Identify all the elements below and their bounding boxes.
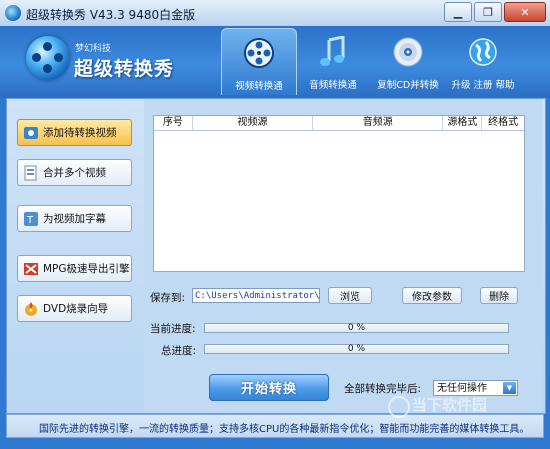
brand-sub: 梦幻科技 (75, 44, 112, 54)
column-header-video-source[interactable]: 视频源 (193, 116, 314, 130)
delete-button[interactable]: 删除 (480, 287, 518, 304)
close-button[interactable]: ✕ (504, 2, 546, 22)
tab-copy-cd[interactable]: 复制CD并转换 (371, 28, 445, 94)
tab-video-convert[interactable]: 视频转换通 (221, 28, 297, 95)
total-progress-label: 总进度: (161, 345, 197, 357)
brand-logo-icon (26, 36, 70, 80)
svg-text:T: T (26, 215, 34, 226)
tab-label: 视频转换通 (235, 81, 283, 92)
title-bar: 超级转换秀 V43.3 9480白金版 ▁ ❐ ✕ (0, 0, 550, 27)
current-progress-label: 当前进度: (150, 323, 196, 335)
sidebar-item-add-video[interactable]: 添加待转换视频 (17, 119, 132, 146)
app-window: 超级转换秀 V43.3 9480白金版 ▁ ❐ ✕ 梦幻科技 超级转换秀 视频转… (0, 0, 550, 449)
after-complete-value: 无任何操作 (437, 383, 487, 394)
app-logo-icon (5, 5, 21, 21)
header: 梦幻科技 超级转换秀 视频转换通 音频转换通 复制CD并转换 升级 注册 帮助 (0, 26, 550, 98)
sidebar-item-merge-video[interactable]: 合并多个视频 (17, 159, 132, 186)
save-path-input[interactable]: C:\Users\Administrator\Desktop (192, 288, 320, 303)
sidebar-item-label: 为视频加字幕 (43, 213, 106, 225)
sidebar-item-subtitle[interactable]: T 为视频加字幕 (17, 205, 132, 232)
add-video-icon (24, 126, 38, 139)
file-list-header: 序号 视频源 音频源 源格式 终格式 (154, 116, 524, 131)
sidebar-item-label: MPG极速导出引擎 (43, 263, 130, 275)
total-progress-text: 0 % (347, 344, 366, 354)
column-header-source-format[interactable]: 源格式 (443, 116, 483, 130)
total-progress-bar: 0 % (204, 344, 509, 354)
current-progress-text: 0 % (347, 323, 366, 333)
globe-icon (469, 38, 497, 66)
merge-video-icon (24, 165, 37, 180)
film-reel-icon (244, 38, 274, 68)
window-title: 超级转换秀 V43.3 9480白金版 (26, 8, 196, 22)
minimize-icon: ▁ (453, 5, 463, 19)
sidebar-item-dvd-burn[interactable]: DVD烧录向导 (17, 295, 132, 322)
music-note-icon (320, 36, 345, 66)
start-convert-button[interactable]: 开始转换 (209, 374, 329, 401)
close-icon: ✕ (520, 5, 530, 19)
sidebar-item-mpg-engine[interactable]: MPG极速导出引擎 (17, 255, 132, 282)
mpg-engine-icon (24, 262, 38, 275)
tab-upgrade-help[interactable]: 升级 注册 帮助 (446, 28, 520, 94)
minimize-button[interactable]: ▁ (444, 2, 472, 22)
tab-audio-convert[interactable]: 音频转换通 (296, 28, 370, 94)
file-list[interactable]: 序号 视频源 音频源 源格式 终格式 (153, 115, 525, 272)
sidebar-item-label: 添加待转换视频 (43, 127, 117, 139)
dvd-burn-icon (25, 301, 37, 316)
save-to-label: 保存到: (150, 292, 186, 304)
status-bar: 国际先进的转换引擎，一流的转换质量；支持多核CPU的各种最新指令优化；智能而功能… (6, 414, 544, 438)
watermark-logo-icon (388, 396, 410, 418)
restore-icon: ❐ (483, 5, 493, 19)
status-message: 国际先进的转换引擎，一流的转换质量；支持多核CPU的各种最新指令优化；智能而功能… (39, 424, 530, 435)
subtitle-icon: T (24, 211, 38, 226)
tab-label: 复制CD并转换 (377, 80, 439, 91)
sidebar-item-label: DVD烧录向导 (43, 303, 109, 315)
sidebar-item-label: 合并多个视频 (43, 167, 106, 179)
browse-button[interactable]: 浏览 (328, 287, 372, 304)
modify-params-button[interactable]: 修改参数 (402, 287, 462, 304)
current-progress-bar: 0 % (204, 323, 509, 333)
column-header-audio-source[interactable]: 音频源 (313, 116, 444, 130)
column-header-target-format[interactable]: 终格式 (482, 116, 524, 130)
brand-name: 超级转换秀 (74, 58, 175, 80)
main-area: 添加待转换视频 合并多个视频 T 为视频加字幕 MPG极速导出引擎 DVD烧录向… (6, 98, 546, 414)
cd-disc-icon (393, 37, 423, 67)
restore-button[interactable]: ❐ (474, 2, 502, 22)
column-header-index[interactable]: 序号 (154, 116, 193, 130)
content-panel: 序号 视频源 音频源 源格式 终格式 保存到: C:\Users\Adminis… (144, 99, 542, 412)
tab-label: 音频转换通 (309, 80, 357, 91)
after-complete-label: 全部转换完毕后: (344, 383, 422, 395)
chevron-down-icon: ▼ (503, 382, 516, 394)
watermark: 当下软件园 (412, 396, 488, 414)
tab-label: 升级 注册 帮助 (451, 80, 515, 91)
